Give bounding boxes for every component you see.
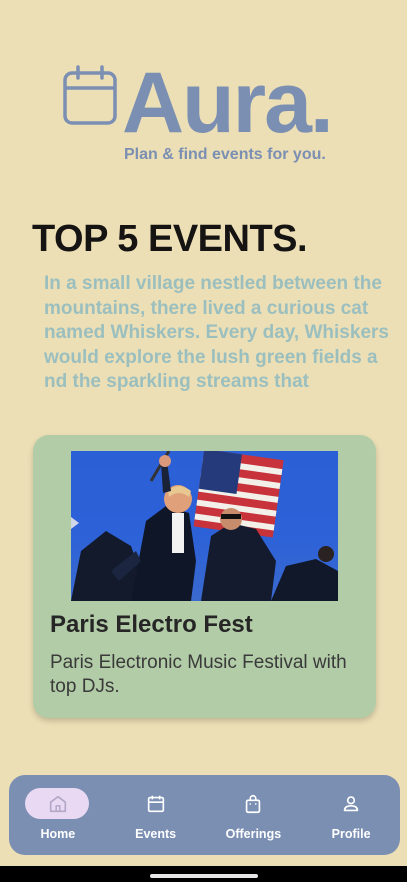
nav-item-events[interactable]: Events (107, 775, 205, 855)
nav-item-profile[interactable]: Profile (302, 775, 400, 855)
nav-label-offerings: Offerings (225, 827, 282, 841)
nav-item-offerings[interactable]: Offerings (205, 775, 303, 855)
app-tagline: Plan & find events for you. (124, 146, 326, 163)
shopping-bag-icon (246, 794, 261, 814)
event-title: Paris Electro Fest (50, 611, 253, 638)
section-title: TOP 5 EVENTS. (32, 218, 308, 260)
nav-label-profile: Profile (331, 827, 371, 841)
logo-wordmark: Aura. (122, 55, 334, 151)
calendar-icon (147, 795, 164, 813)
home-gesture-handle[interactable] (150, 874, 258, 878)
nav-label-home: Home (40, 827, 76, 841)
event-image (71, 451, 338, 601)
bottom-navigation: Home Events Offerings Profile (9, 775, 400, 855)
app-logo: Aura. (62, 55, 334, 151)
event-card[interactable]: Paris Electro Fest Paris Electronic Musi… (33, 435, 376, 718)
nav-label-events: Events (135, 827, 177, 841)
nav-item-home[interactable]: Home (9, 775, 107, 855)
person-icon (343, 796, 359, 812)
home-icon (49, 795, 67, 813)
intro-text: In a small village nestled between the m… (44, 273, 389, 392)
event-description: Paris Electronic Music Festival with top… (50, 652, 347, 697)
calendar-logo-icon (63, 65, 117, 125)
